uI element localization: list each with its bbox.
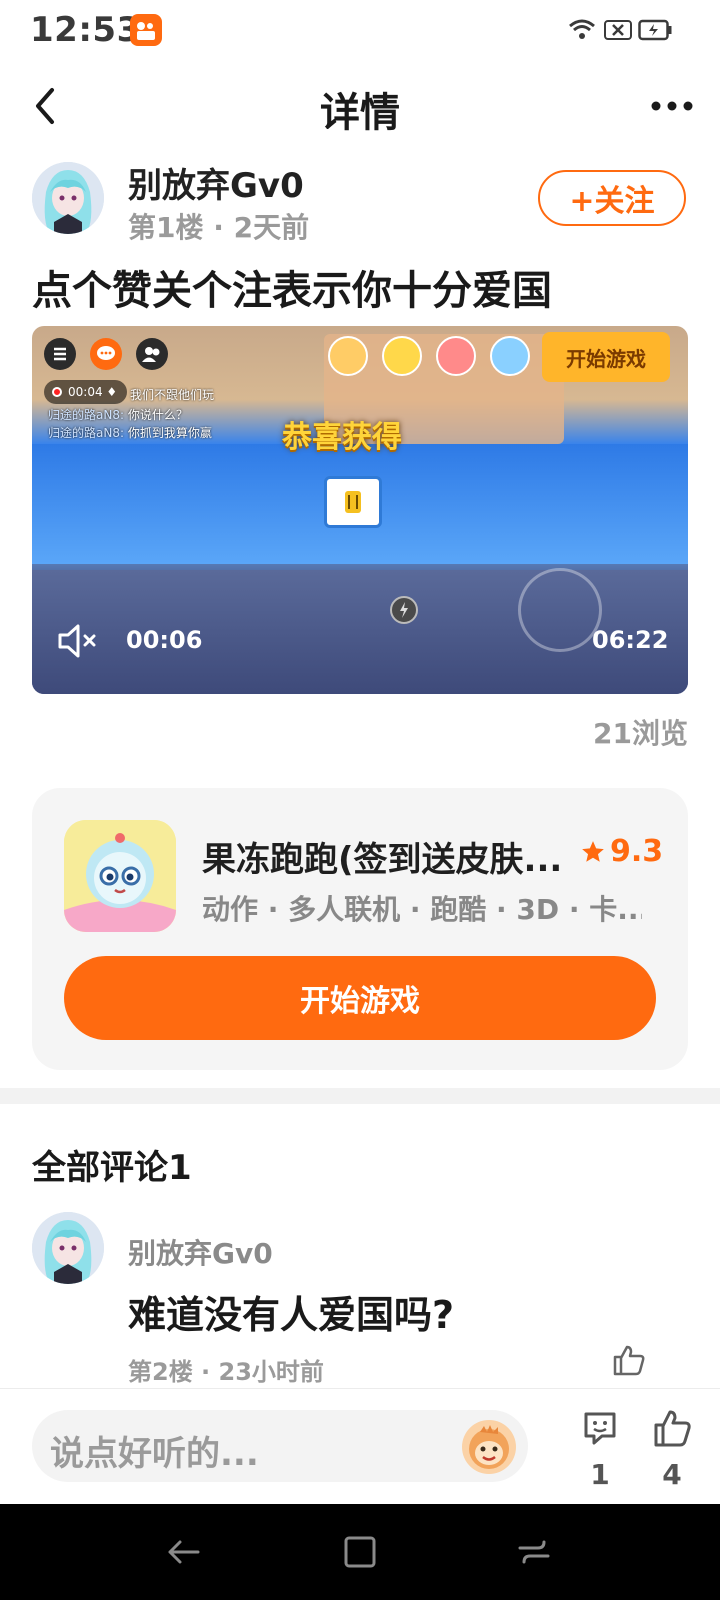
game-tab-icon (436, 336, 476, 376)
recording-time: 00:04 (68, 385, 103, 399)
recording-indicator: 00:04 ♦ (44, 380, 128, 404)
like-button[interactable] (652, 1408, 692, 1452)
bottom-bar-border (0, 1388, 720, 1389)
game-rating: 9.3 (580, 834, 663, 869)
game-title[interactable]: 果冻跑跑(签到送皮肤... (202, 832, 562, 881)
monkey-emoji-icon (469, 1425, 509, 1469)
star-icon (582, 840, 604, 862)
start-game-button[interactable]: 开始游戏 (64, 956, 656, 1040)
battery-icon (638, 19, 672, 41)
lightning-icon (390, 596, 418, 624)
post-content: 点个赞关个注表示你十分爱国 (32, 268, 552, 314)
game-tags: 动作 · 多人联机 · 跑酷 · 3D · 卡... (202, 893, 642, 926)
reward-item-icon (324, 476, 382, 528)
comment-bubble-icon (584, 1412, 616, 1445)
chat-bubble-icon (90, 338, 122, 370)
more-dots-icon (651, 101, 693, 111)
status-time: 12:53 (30, 10, 141, 50)
comment-count: 1 (590, 1458, 610, 1491)
author-avatar[interactable] (32, 162, 104, 234)
top-app-bar: 详情 (0, 62, 720, 150)
mute-icon[interactable] (56, 622, 98, 660)
rating-value: 9.3 (610, 834, 664, 869)
more-options-button[interactable] (650, 98, 694, 112)
game-app-icon[interactable] (64, 820, 176, 932)
menu-icon (44, 338, 76, 370)
comment-like-icon[interactable] (612, 1344, 646, 1376)
author-name[interactable]: 别放弃Gv0 (128, 158, 304, 207)
nav-home-icon[interactable] (342, 1534, 378, 1570)
video-duration: 06:22 (592, 626, 669, 654)
comment-author-avatar[interactable] (32, 1212, 104, 1284)
reward-banner: 恭喜获得 (282, 420, 402, 455)
view-count: 21浏览 (593, 717, 688, 750)
post-floor-time: 第1楼 · 2天前 (128, 211, 310, 244)
game-card[interactable]: 果冻跑跑(签到送皮肤... 9.3 动作 · 多人联机 · 跑酷 · 3D · … (32, 788, 688, 1070)
comment-floor-time: 第2楼 · 23小时前 (128, 1358, 324, 1386)
anime-avatar-icon (32, 162, 104, 234)
status-bar: 12:53 (0, 0, 720, 62)
video-chat-line: 归途的路aN8: 你抓到我算你赢 (48, 426, 212, 440)
section-divider (0, 1088, 720, 1104)
video-chat-line: 我们不跟他们玩 (130, 388, 215, 402)
comment-text: 难道没有人爱国吗? (128, 1293, 455, 1337)
mic-icon: ♦ (106, 385, 118, 399)
game-tab-icon (328, 336, 368, 376)
game-tab-icon (490, 336, 530, 376)
follow-button[interactable]: +关注 (538, 170, 686, 226)
in-video-start-button: 开始游戏 (542, 332, 670, 382)
video-current-time: 00:06 (126, 626, 203, 654)
comment-input[interactable]: 说点好听的... (32, 1410, 528, 1482)
system-navigation-bar (0, 1504, 720, 1600)
game-tab-icon (382, 336, 422, 376)
record-dot-icon (52, 387, 62, 397)
anime-avatar-icon (32, 1212, 104, 1284)
comment-input-placeholder: 说点好听的... (50, 1434, 259, 1474)
comment-author-name[interactable]: 别放弃Gv0 (128, 1232, 273, 1272)
app-notification-icon (130, 14, 162, 46)
comments-header: 全部评论1 (32, 1148, 192, 1188)
page-title: 详情 (320, 90, 400, 136)
nav-back-icon[interactable] (166, 1534, 202, 1570)
no-sim-icon (604, 20, 632, 40)
like-count: 4 (662, 1458, 682, 1491)
video-player[interactable]: 00:04 ♦ 我们不跟他们玩 归途的路aN8: 你说什么？ 归途的路aN8: … (32, 326, 688, 694)
emoji-button[interactable] (462, 1420, 516, 1474)
nav-recents-icon[interactable] (516, 1534, 552, 1570)
comments-button[interactable] (580, 1408, 620, 1452)
video-chat-line: 归途的路aN8: 你说什么？ (48, 408, 188, 422)
joystick-icon (518, 568, 602, 652)
wifi-icon (569, 19, 595, 39)
thumbs-up-icon (654, 1410, 691, 1447)
friends-icon (136, 338, 168, 370)
